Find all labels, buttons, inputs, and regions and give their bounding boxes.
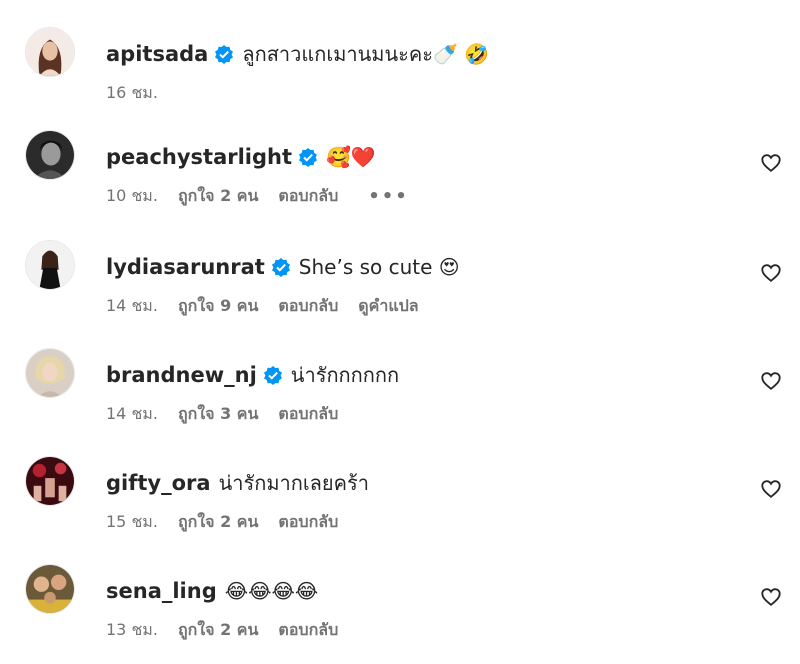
- comment-text: น่ารักมากเลยคร้า: [218, 471, 370, 495]
- verified-badge-icon: [214, 44, 234, 64]
- comment-text: ลูกสาวแกเมานมนะคะ🍼 🤣: [242, 42, 490, 66]
- username[interactable]: sena_ling: [106, 579, 217, 603]
- avatar[interactable]: [25, 564, 75, 614]
- translate-button[interactable]: ดูคำแปล: [358, 294, 418, 319]
- heart-outline-icon[interactable]: [760, 586, 782, 608]
- comment-text: น่ารักกกกกก: [290, 363, 400, 387]
- avatar[interactable]: [25, 130, 75, 180]
- avatar[interactable]: [25, 456, 75, 506]
- comment-item: gifty_ora น่ารักมากเลยคร้า 15 ชม. ถูกใจ …: [0, 456, 800, 556]
- comment-item: sena_ling 😂😂😂😂 13 ชม. ถูกใจ 2 คน ตอบกลับ: [0, 564, 800, 664]
- reply-button[interactable]: ตอบกลับ: [278, 510, 338, 535]
- heart-outline-icon[interactable]: [760, 478, 782, 500]
- heart-outline-icon[interactable]: [760, 152, 782, 174]
- verified-badge-icon: [298, 147, 318, 167]
- comment-text: 😂😂😂😂: [224, 579, 319, 603]
- comment-time: 16 ชม.: [106, 83, 158, 102]
- username[interactable]: apitsada: [106, 42, 208, 66]
- avatar[interactable]: [25, 348, 75, 398]
- comment-item: peachystarlight 🥰❤️ 10 ชม. ถูกใจ 2 คน ตอ…: [0, 130, 800, 230]
- avatar[interactable]: [25, 27, 75, 77]
- likes-count[interactable]: ถูกใจ 3 คน: [178, 402, 258, 427]
- comment-item: apitsada ลูกสาวแกเมานมนะคะ🍼 🤣 16 ชม.: [0, 27, 800, 127]
- likes-count[interactable]: ถูกใจ 2 คน: [178, 618, 258, 643]
- comment-time: 13 ชม.: [106, 620, 158, 639]
- likes-count[interactable]: ถูกใจ 9 คน: [178, 294, 258, 319]
- avatar[interactable]: [25, 240, 75, 290]
- comment-time: 15 ชม.: [106, 512, 158, 531]
- verified-badge-icon: [271, 257, 291, 277]
- comment-time: 10 ชม.: [106, 186, 158, 205]
- heart-outline-icon[interactable]: [760, 370, 782, 392]
- more-options-icon[interactable]: •••: [368, 186, 409, 207]
- comment-text: She’s so cute 😍: [298, 255, 460, 279]
- comment-item: brandnew_nj น่ารักกกกกก 14 ชม. ถูกใจ 3 ค…: [0, 348, 800, 448]
- reply-button[interactable]: ตอบกลับ: [278, 294, 338, 319]
- reply-button[interactable]: ตอบกลับ: [278, 184, 338, 209]
- comment-time: 14 ชม.: [106, 296, 158, 315]
- verified-badge-icon: [263, 365, 283, 385]
- username[interactable]: lydiasarunrat: [106, 255, 265, 279]
- likes-count[interactable]: ถูกใจ 2 คน: [178, 184, 258, 209]
- username[interactable]: gifty_ora: [106, 471, 211, 495]
- reply-button[interactable]: ตอบกลับ: [278, 618, 338, 643]
- reply-button[interactable]: ตอบกลับ: [278, 402, 338, 427]
- comment-text: 🥰❤️: [326, 145, 376, 169]
- heart-outline-icon[interactable]: [760, 262, 782, 284]
- comment-item: lydiasarunrat She’s so cute 😍 14 ชม. ถูก…: [0, 240, 800, 340]
- comment-time: 14 ชม.: [106, 404, 158, 423]
- username[interactable]: peachystarlight: [106, 145, 292, 169]
- username[interactable]: brandnew_nj: [106, 363, 257, 387]
- likes-count[interactable]: ถูกใจ 2 คน: [178, 510, 258, 535]
